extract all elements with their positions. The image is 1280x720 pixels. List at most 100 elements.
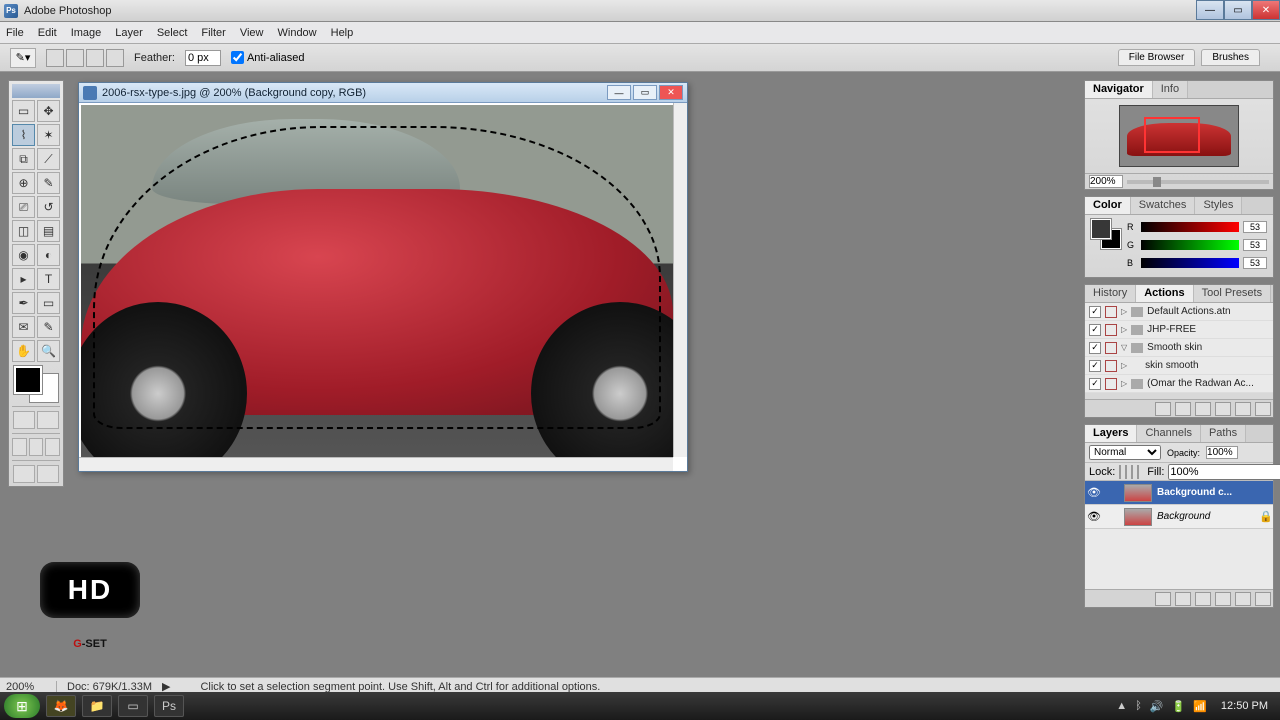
tab-toolpresets[interactable]: Tool Presets — [1194, 285, 1272, 302]
menu-image[interactable]: Image — [71, 27, 102, 39]
tab-layers[interactable]: Layers — [1085, 425, 1137, 442]
stamp-tool-icon[interactable]: ⎚ — [12, 196, 35, 218]
taskbar-explorer-icon[interactable]: 📁 — [82, 695, 112, 717]
menu-window[interactable]: Window — [278, 27, 317, 39]
status-zoom[interactable]: 200% — [6, 681, 46, 693]
action-row[interactable]: ✓▽Smooth skin — [1085, 339, 1273, 357]
antialias-checkbox[interactable] — [231, 51, 244, 64]
green-value[interactable]: 53 — [1243, 239, 1267, 251]
actions-buttons[interactable] — [1085, 399, 1273, 417]
layers-panel: Layers Channels Paths Normal Opacity: Lo… — [1084, 424, 1274, 608]
heal-tool-icon[interactable]: ⊕ — [12, 172, 35, 194]
tab-color[interactable]: Color — [1085, 197, 1131, 214]
document-canvas[interactable] — [81, 105, 673, 457]
history-brush-icon[interactable]: ↺ — [37, 196, 60, 218]
gradient-tool-icon[interactable]: ▤ — [37, 220, 60, 242]
menu-select[interactable]: Select — [157, 27, 188, 39]
taskbar-firefox-icon[interactable]: 🦊 — [46, 695, 76, 717]
eraser-tool-icon[interactable]: ◫ — [12, 220, 35, 242]
brush-tool-icon[interactable]: ✎ — [37, 172, 60, 194]
dodge-tool-icon[interactable]: ◐ — [37, 244, 60, 266]
slice-tool-icon[interactable]: ⟋ — [37, 148, 60, 170]
menu-layer[interactable]: Layer — [115, 27, 143, 39]
doc-vertical-scrollbar[interactable] — [673, 103, 687, 457]
lasso-tool-icon[interactable]: ⌇ — [12, 124, 35, 146]
nav-zoom-input[interactable] — [1089, 175, 1123, 188]
red-slider[interactable] — [1141, 222, 1239, 232]
status-doc[interactable]: Doc: 679K/1.33M — [67, 681, 152, 693]
blur-tool-icon[interactable]: ◉ — [12, 244, 35, 266]
maximize-button[interactable]: ▭ — [1224, 0, 1252, 20]
color-swatch[interactable] — [14, 366, 58, 402]
blue-value[interactable]: 53 — [1243, 257, 1267, 269]
minimize-button[interactable]: — — [1196, 0, 1224, 20]
menu-help[interactable]: Help — [331, 27, 354, 39]
layers-buttons[interactable] — [1085, 589, 1273, 607]
lock-paint-icon[interactable] — [1125, 465, 1127, 479]
selection-mode-buttons[interactable] — [46, 49, 124, 67]
marquee-tool-icon[interactable]: ▭ — [12, 100, 35, 122]
layer-row[interactable]: 👁Background c... — [1085, 481, 1273, 505]
nav-zoom-slider[interactable] — [1127, 180, 1269, 184]
move-tool-icon[interactable]: ✥ — [37, 100, 60, 122]
menu-filter[interactable]: Filter — [201, 27, 225, 39]
tab-swatches[interactable]: Swatches — [1131, 197, 1196, 214]
lock-all-icon[interactable] — [1137, 465, 1139, 479]
close-button[interactable]: ✕ — [1252, 0, 1280, 20]
menu-edit[interactable]: Edit — [38, 27, 57, 39]
system-tray[interactable]: ▲ᛒ🔊🔋📶 — [1116, 700, 1207, 713]
action-row[interactable]: ✓▷skin smooth — [1085, 357, 1273, 375]
opacity-input[interactable] — [1206, 446, 1238, 459]
current-tool-icon[interactable]: ✎▾ — [10, 48, 36, 68]
zoom-tool-icon[interactable]: 🔍 — [37, 340, 60, 362]
action-row[interactable]: ✓▷JHP-FREE — [1085, 321, 1273, 339]
lock-trans-icon[interactable] — [1119, 465, 1121, 479]
jump-buttons[interactable] — [12, 465, 60, 483]
doc-maximize-button[interactable]: ▭ — [633, 85, 657, 100]
tools-gripper[interactable] — [12, 84, 60, 98]
quickmask-buttons[interactable] — [12, 411, 60, 429]
tab-styles[interactable]: Styles — [1195, 197, 1242, 214]
eyedropper-icon[interactable]: ✎ — [37, 316, 60, 338]
menu-view[interactable]: View — [240, 27, 264, 39]
start-button[interactable]: ⊞ — [4, 694, 40, 718]
hand-tool-icon[interactable]: ✋ — [12, 340, 35, 362]
crop-tool-icon[interactable]: ⧉ — [12, 148, 35, 170]
blend-mode-select[interactable]: Normal — [1089, 445, 1161, 460]
blue-slider[interactable] — [1141, 258, 1239, 268]
brushes-tab[interactable]: Brushes — [1201, 49, 1260, 66]
feather-input[interactable] — [185, 50, 221, 66]
screenmode-buttons[interactable] — [12, 438, 60, 456]
tab-info[interactable]: Info — [1153, 81, 1188, 98]
taskbar-photoshop-icon[interactable]: Ps — [154, 695, 184, 717]
shape-tool-icon[interactable]: ▭ — [37, 292, 60, 314]
path-tool-icon[interactable]: ▸ — [12, 268, 35, 290]
tab-navigator[interactable]: Navigator — [1085, 81, 1153, 98]
red-value[interactable]: 53 — [1243, 221, 1267, 233]
doc-minimize-button[interactable]: — — [607, 85, 631, 100]
navigator-thumb[interactable] — [1119, 105, 1239, 167]
action-row[interactable]: ✓▷(Omar the Radwan Ac... — [1085, 375, 1273, 393]
menu-file[interactable]: File — [6, 27, 24, 39]
wand-tool-icon[interactable]: ✶ — [37, 124, 60, 146]
tab-history[interactable]: History — [1085, 285, 1136, 302]
tools-palette[interactable]: ▭✥ ⌇✶ ⧉⟋ ⊕✎ ⎚↺ ◫▤ ◉◐ ▸T ✒▭ ✉✎ ✋🔍 — [8, 80, 64, 487]
doc-close-button[interactable]: ✕ — [659, 85, 683, 100]
lock-pos-icon[interactable] — [1131, 465, 1133, 479]
layer-row[interactable]: 👁Background🔒 — [1085, 505, 1273, 529]
pen-tool-icon[interactable]: ✒ — [12, 292, 35, 314]
type-tool-icon[interactable]: T — [37, 268, 60, 290]
tab-actions[interactable]: Actions — [1136, 285, 1193, 302]
taskbar-app-icon[interactable]: ▭ — [118, 695, 148, 717]
document-titlebar[interactable]: 2006-rsx-type-s.jpg @ 200% (Background c… — [79, 83, 687, 103]
action-row[interactable]: ✓▷Default Actions.atn — [1085, 303, 1273, 321]
file-browser-tab[interactable]: File Browser — [1118, 49, 1196, 66]
notes-tool-icon[interactable]: ✉ — [12, 316, 35, 338]
green-slider[interactable] — [1141, 240, 1239, 250]
tab-paths[interactable]: Paths — [1201, 425, 1246, 442]
color-swatch-panel[interactable] — [1091, 219, 1121, 249]
fill-input[interactable] — [1168, 464, 1280, 480]
taskbar-clock[interactable]: 12:50 PM — [1213, 700, 1276, 712]
doc-horizontal-scrollbar[interactable] — [79, 457, 673, 471]
tab-channels[interactable]: Channels — [1137, 425, 1200, 442]
